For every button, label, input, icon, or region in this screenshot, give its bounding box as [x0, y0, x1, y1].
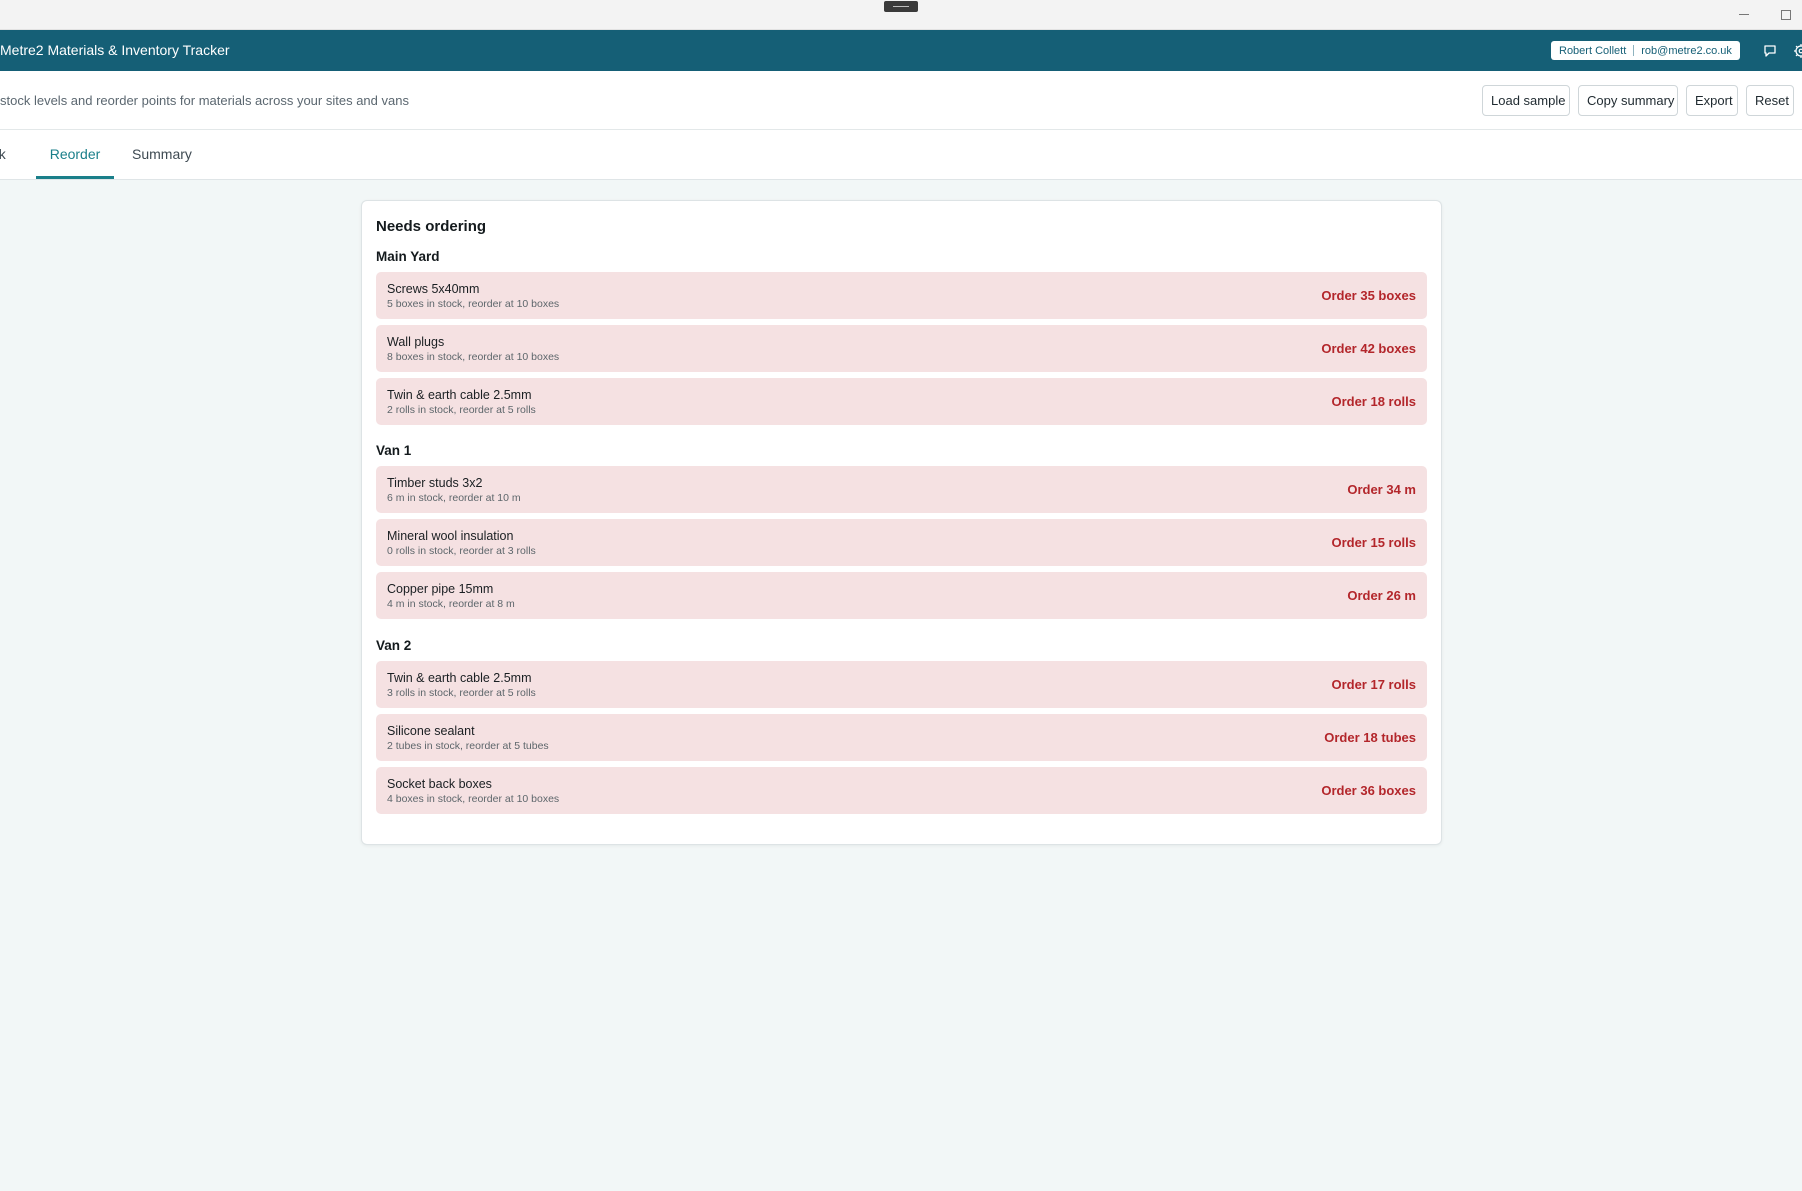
order-quantity: Order 17 rolls	[1331, 677, 1416, 692]
item-detail: 5 boxes in stock, reorder at 10 boxes	[387, 298, 560, 310]
group-title-main-yard: Main Yard	[376, 249, 440, 264]
copy-summary-button[interactable]: Copy summary	[1578, 85, 1678, 116]
item-name: Screws 5x40mm	[387, 282, 480, 296]
group-title-van-1: Van 1	[376, 443, 412, 458]
item-detail: 0 rolls in stock, reorder at 3 rolls	[387, 545, 536, 557]
order-quantity: Order 34 m	[1347, 482, 1416, 497]
reorder-card: Needs ordering Main Yard Screws 5x40mm 5…	[361, 200, 1442, 845]
order-quantity: Order 35 boxes	[1321, 288, 1416, 303]
card-title: Needs ordering	[376, 218, 487, 235]
item-detail: 4 m in stock, reorder at 8 m	[387, 598, 515, 610]
gear-icon[interactable]	[1790, 40, 1802, 62]
user-badge[interactable]: Robert Collett rob@metre2.co.uk	[1551, 41, 1740, 60]
list-item[interactable]: Twin & earth cable 2.5mm 3 rolls in stoc…	[376, 661, 1427, 708]
toolbar: stock levels and reorder points for mate…	[0, 71, 1802, 130]
list-item[interactable]: Silicone sealant 2 tubes in stock, reord…	[376, 714, 1427, 761]
export-button[interactable]: Export	[1686, 85, 1738, 116]
tab-stock[interactable]: ock	[0, 130, 6, 179]
tab-reorder[interactable]: Reorder	[36, 130, 114, 179]
item-name: Timber studs 3x2	[387, 476, 483, 490]
maximize-button[interactable]	[1775, 5, 1797, 23]
list-item[interactable]: Timber studs 3x2 6 m in stock, reorder a…	[376, 466, 1427, 513]
load-sample-button[interactable]: Load sample	[1482, 85, 1570, 116]
window-drag-handle[interactable]	[884, 1, 918, 12]
app-title: Metre2 Materials & Inventory Tracker	[0, 42, 230, 58]
user-name: Robert Collett	[1559, 44, 1627, 57]
maximize-icon	[1781, 9, 1791, 20]
item-name: Copper pipe 15mm	[387, 582, 494, 596]
order-quantity: Order 36 boxes	[1321, 783, 1416, 798]
item-detail: 6 m in stock, reorder at 10 m	[387, 492, 521, 504]
order-quantity: Order 18 tubes	[1324, 730, 1416, 745]
list-item[interactable]: Twin & earth cable 2.5mm 2 rolls in stoc…	[376, 378, 1427, 425]
list-item[interactable]: Screws 5x40mm 5 boxes in stock, reorder …	[376, 272, 1427, 319]
list-item[interactable]: Socket back boxes 4 boxes in stock, reor…	[376, 767, 1427, 814]
item-detail: 4 boxes in stock, reorder at 10 boxes	[387, 793, 560, 805]
order-quantity: Order 42 boxes	[1321, 341, 1416, 356]
group-title-van-2: Van 2	[376, 638, 412, 653]
item-name: Silicone sealant	[387, 724, 475, 738]
app-header: Metre2 Materials & Inventory Tracker Rob…	[0, 30, 1802, 71]
item-name: Twin & earth cable 2.5mm	[387, 671, 532, 685]
list-item[interactable]: Mineral wool insulation 0 rolls in stock…	[376, 519, 1427, 566]
tab-summary[interactable]: Summary	[132, 130, 192, 179]
list-item[interactable]: Wall plugs 8 boxes in stock, reorder at …	[376, 325, 1427, 372]
item-detail: 2 tubes in stock, reorder at 5 tubes	[387, 740, 549, 752]
item-name: Wall plugs	[387, 335, 445, 349]
order-quantity: Order 15 rolls	[1331, 535, 1416, 550]
order-quantity: Order 26 m	[1347, 588, 1416, 603]
user-badge-divider	[1633, 45, 1635, 56]
item-detail: 3 rolls in stock, reorder at 5 rolls	[387, 687, 536, 699]
minimize-button[interactable]	[1733, 5, 1755, 23]
reset-button[interactable]: Reset	[1746, 85, 1794, 116]
item-name: Twin & earth cable 2.5mm	[387, 388, 532, 402]
item-detail: 2 rolls in stock, reorder at 5 rolls	[387, 404, 536, 416]
item-name: Mineral wool insulation	[387, 529, 514, 543]
page-subtitle: stock levels and reorder points for mate…	[0, 93, 409, 108]
order-quantity: Order 18 rolls	[1331, 394, 1416, 409]
user-email: rob@metre2.co.uk	[1641, 44, 1732, 57]
tab-bar: ock Reorder Summary	[0, 130, 1802, 180]
window-titlebar	[0, 0, 1802, 30]
list-item[interactable]: Copper pipe 15mm 4 m in stock, reorder a…	[376, 572, 1427, 619]
minimize-icon	[1739, 14, 1749, 16]
chat-icon[interactable]	[1759, 40, 1781, 62]
item-name: Socket back boxes	[387, 777, 492, 791]
item-detail: 8 boxes in stock, reorder at 10 boxes	[387, 351, 560, 363]
